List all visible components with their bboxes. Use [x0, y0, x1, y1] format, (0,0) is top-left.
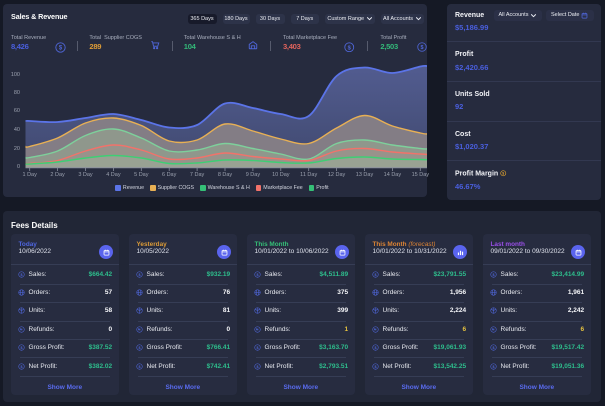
- svg-text:$: $: [492, 364, 494, 368]
- svg-text:$: $: [374, 346, 376, 350]
- svg-text:$: $: [138, 272, 140, 276]
- svg-text:$: $: [256, 364, 258, 368]
- svg-text:$: $: [492, 272, 494, 276]
- svg-text:$: $: [374, 364, 376, 368]
- svg-text:$: $: [20, 364, 22, 368]
- svg-text:$: $: [20, 272, 22, 276]
- svg-text:$: $: [138, 346, 140, 350]
- svg-text:$: $: [374, 272, 376, 276]
- svg-text:$: $: [256, 272, 258, 276]
- svg-text:$: $: [502, 172, 504, 176]
- svg-text:$: $: [20, 346, 22, 350]
- svg-text:$: $: [256, 346, 258, 350]
- svg-text:$: $: [138, 364, 140, 368]
- svg-text:$: $: [492, 346, 494, 350]
